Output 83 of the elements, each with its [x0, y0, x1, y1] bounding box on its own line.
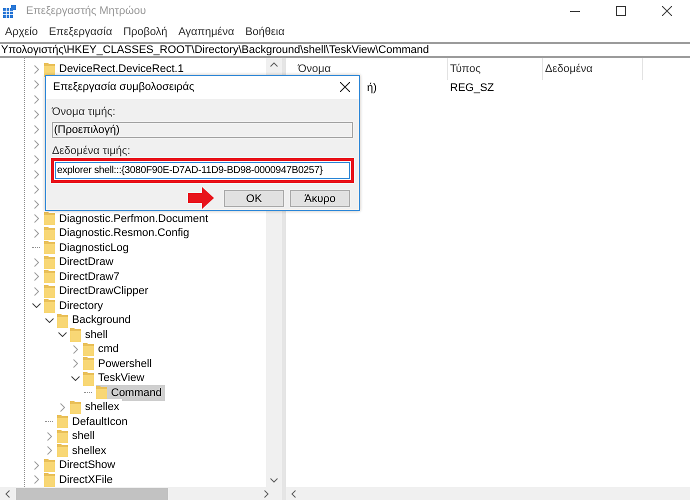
expand-chevron-icon[interactable] — [34, 124, 38, 134]
expand-chevron-icon[interactable] — [34, 475, 38, 484]
folder-icon — [83, 342, 94, 357]
window-title: Επεξεργαστής Μητρώου — [26, 4, 146, 19]
registry-app-icon — [3, 4, 16, 18]
menu-item[interactable]: Αρχείο — [5, 24, 38, 40]
collapse-chevron-icon[interactable] — [58, 332, 66, 338]
folder-icon — [44, 62, 55, 77]
expand-chevron-icon[interactable] — [34, 94, 38, 104]
folder-icon — [57, 414, 68, 430]
expand-chevron-icon[interactable] — [34, 272, 38, 282]
folder-icon — [70, 327, 81, 342]
collapse-chevron-icon[interactable] — [32, 303, 40, 308]
expand-chevron-icon[interactable] — [34, 140, 38, 148]
expand-chevron-icon[interactable] — [72, 344, 78, 354]
folder-icon — [44, 254, 55, 270]
maximize-icon — [616, 6, 626, 16]
expand-chevron-icon[interactable] — [34, 154, 38, 164]
scroll-down-icon[interactable] — [270, 478, 278, 483]
expand-chevron-icon[interactable] — [46, 446, 52, 456]
menu-item[interactable]: Αγαπημένα — [178, 24, 234, 40]
tree-item[interactable]: DirectDrawClipper — [44, 283, 152, 300]
folder-icon — [57, 443, 68, 458]
folder-icon — [44, 226, 55, 241]
field-label: Δεδομένα τιμής: — [52, 146, 132, 157]
expand-chevron-icon[interactable] — [34, 228, 38, 238]
table-cell: REG_SZ — [450, 82, 494, 94]
folder-icon — [83, 370, 94, 386]
value-data-field[interactable]: explorer shell:::{3080F90E-D7AD-11D9-BD98-0000947B0257} — [55, 162, 350, 179]
minimize-icon — [570, 10, 580, 12]
horizontal-scrollbar[interactable] — [286, 487, 690, 500]
folder-icon — [44, 458, 55, 473]
expand-chevron-icon[interactable] — [72, 359, 78, 368]
value-name-text: (Προεπιλογή) — [54, 122, 120, 138]
arrow-icon — [187, 186, 215, 210]
dialog-title: Επεξεργασία συμβολοσειράς — [53, 80, 194, 95]
expand-chevron-icon[interactable] — [34, 110, 38, 118]
close-icon[interactable] — [340, 82, 350, 92]
expand-chevron-icon[interactable] — [60, 402, 64, 412]
folder-icon — [44, 284, 55, 299]
expand-chevron-icon[interactable] — [34, 258, 38, 267]
folder-icon — [57, 428, 68, 444]
folder-icon — [44, 472, 55, 487]
expand-chevron-icon[interactable] — [34, 184, 38, 194]
address-text: Υπολογιστής\HKEY_CLASSES_ROOT\Directory\Background\shell\TeskView\Command — [0, 42, 430, 58]
folder-icon — [70, 400, 81, 415]
address-bar[interactable]: Υπολογιστής\HKEY_CLASSES_ROOT\Directory\Background\shell\TeskView\Command — [0, 42, 690, 58]
scroll-left-icon[interactable] — [291, 490, 296, 498]
collapse-chevron-icon[interactable] — [44, 318, 54, 323]
close-icon — [662, 6, 672, 16]
collapse-chevron-icon[interactable] — [70, 376, 80, 381]
ok-button[interactable]: OK — [224, 190, 284, 206]
menu-item[interactable]: Προβολή — [123, 24, 168, 40]
folder-icon — [44, 298, 55, 314]
folder-icon — [44, 211, 55, 226]
folder-icon — [96, 385, 107, 400]
expand-chevron-icon[interactable] — [34, 200, 38, 208]
tree-item[interactable]: TeskView — [83, 370, 148, 386]
folder-icon — [57, 312, 68, 328]
expand-chevron-icon[interactable] — [34, 80, 38, 88]
folder-icon — [44, 240, 55, 256]
horizontal-scrollbar[interactable] — [0, 487, 282, 500]
expand-chevron-icon[interactable] — [34, 214, 38, 224]
tree-item[interactable]: Command — [96, 384, 165, 401]
table-cell: ή) — [367, 82, 377, 94]
expand-chevron-icon[interactable] — [46, 432, 52, 441]
column-header[interactable]: Δεδομένα — [545, 60, 593, 78]
field-label: Όνομα τιμής: — [52, 104, 116, 120]
scroll-left-icon[interactable] — [5, 490, 10, 498]
folder-icon — [44, 269, 55, 284]
scrollbar-thumb[interactable] — [16, 488, 168, 500]
scroll-right-icon[interactable] — [264, 490, 269, 498]
menu-item[interactable]: Βοήθεια — [245, 24, 285, 40]
scroll-up-icon[interactable] — [270, 62, 278, 67]
expand-chevron-icon[interactable] — [34, 64, 38, 74]
expand-chevron-icon[interactable] — [34, 460, 38, 470]
expand-chevron-icon[interactable] — [34, 286, 38, 296]
cancel-button[interactable]: Άκυρο — [290, 190, 350, 206]
column-header[interactable]: Τύπος — [450, 60, 481, 78]
column-header[interactable]: Όνομα — [298, 60, 331, 78]
menu-item[interactable]: Επεξεργασία — [48, 24, 112, 40]
folder-icon — [83, 356, 94, 372]
expand-chevron-icon[interactable] — [34, 170, 38, 178]
